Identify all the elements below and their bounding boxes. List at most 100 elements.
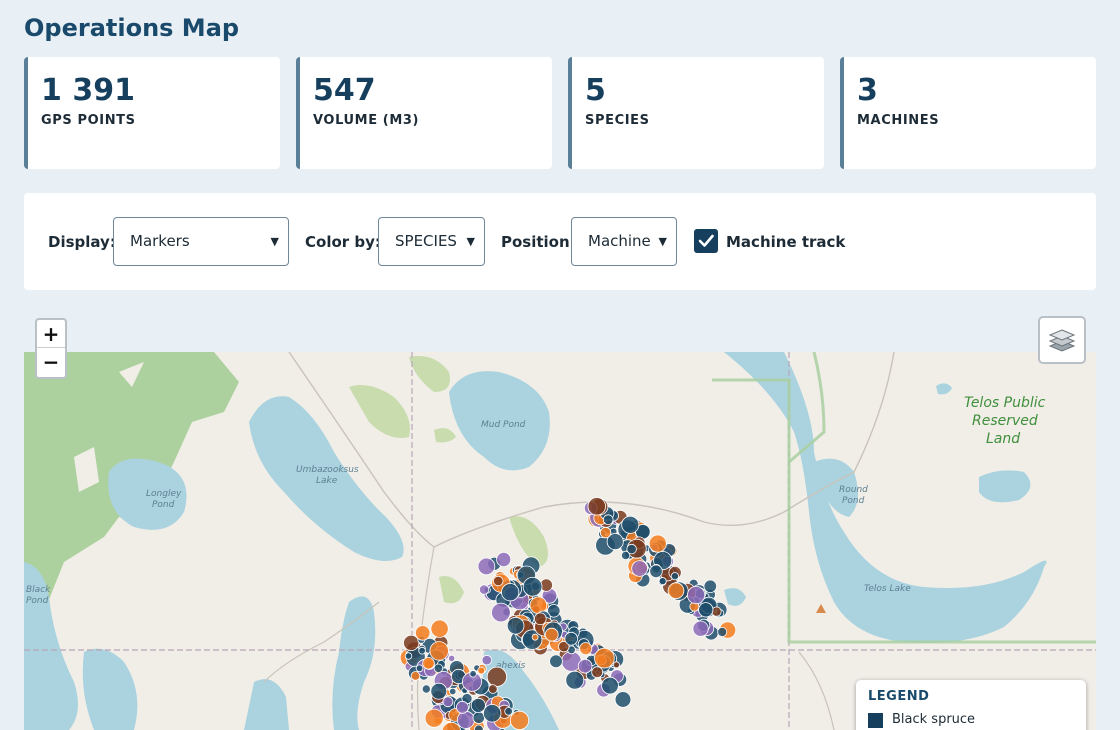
gps-marker[interactable]: [658, 577, 667, 586]
gps-marker[interactable]: [591, 666, 604, 679]
map-label: Round: [839, 485, 868, 495]
gps-marker[interactable]: [670, 572, 680, 581]
machine-track-label[interactable]: Machine track: [726, 233, 845, 251]
gps-marker[interactable]: [620, 550, 631, 560]
display-select-value: Markers: [130, 232, 190, 250]
gps-marker[interactable]: [649, 564, 663, 579]
gps-marker[interactable]: [692, 620, 709, 637]
zoom-control: + −: [35, 318, 67, 379]
chevron-down-icon: ▼: [270, 235, 279, 248]
gps-marker[interactable]: [449, 687, 457, 696]
gps-marker[interactable]: [483, 704, 502, 723]
gps-marker[interactable]: [442, 696, 454, 708]
stat-value: 547: [313, 73, 376, 108]
gps-marker[interactable]: [415, 664, 424, 673]
gps-marker[interactable]: [429, 641, 449, 661]
gps-marker[interactable]: [456, 710, 475, 729]
position-select[interactable]: Machine ▼: [571, 217, 677, 266]
gps-marker[interactable]: [614, 691, 632, 708]
stat-label: MACHINES: [857, 113, 940, 128]
map-label: Reserved: [972, 413, 1038, 429]
gps-marker[interactable]: [579, 642, 593, 656]
map-label: Pond: [842, 496, 865, 506]
position-label: Position:: [501, 233, 576, 251]
gps-marker[interactable]: [421, 684, 431, 694]
gps-marker[interactable]: [509, 710, 530, 730]
gps-marker[interactable]: [686, 586, 706, 605]
gps-marker[interactable]: [478, 584, 490, 595]
gps-marker[interactable]: [488, 684, 498, 694]
gps-marker[interactable]: [564, 631, 578, 646]
gps-marker[interactable]: [549, 654, 563, 669]
gps-marker[interactable]: [621, 515, 640, 534]
zoom-in-button[interactable]: +: [37, 320, 65, 348]
gps-marker[interactable]: [424, 708, 444, 728]
legend-item-label: Black spruce: [892, 712, 976, 727]
display-select[interactable]: Markers ▼: [113, 217, 289, 266]
machine-track-checkbox[interactable]: [694, 229, 718, 253]
gps-marker[interactable]: [587, 497, 607, 516]
legend-swatch: [868, 713, 883, 728]
gps-marker[interactable]: [506, 616, 525, 635]
gps-marker[interactable]: [469, 670, 477, 678]
gps-marker[interactable]: [430, 682, 448, 700]
stat-label: VOLUME (M3): [313, 113, 420, 128]
gps-marker[interactable]: [504, 706, 513, 716]
gps-marker[interactable]: [601, 676, 619, 695]
stat-card-species: 5 SPECIES: [568, 57, 824, 169]
gps-marker[interactable]: [531, 633, 539, 641]
gps-marker[interactable]: [703, 579, 718, 594]
gps-marker[interactable]: [648, 534, 667, 553]
gps-marker[interactable]: [533, 612, 547, 626]
chevron-down-icon: ▼: [658, 235, 667, 248]
gps-marker[interactable]: [474, 724, 484, 730]
gps-marker[interactable]: [493, 575, 504, 587]
gps-marker[interactable]: [415, 625, 431, 641]
gps-marker[interactable]: [481, 654, 493, 666]
gps-marker[interactable]: [422, 657, 435, 670]
stat-card-gps-points: 1 391 GPS POINTS: [24, 57, 280, 169]
map-label: Telos Lake: [864, 584, 911, 594]
gps-marker[interactable]: [501, 583, 520, 602]
gps-marker[interactable]: [418, 646, 426, 655]
gps-marker[interactable]: [455, 700, 469, 714]
color-by-select-value: SPECIES: [395, 232, 457, 250]
gps-marker[interactable]: [491, 602, 511, 623]
map-label: Umbazooksus: [296, 465, 359, 475]
gps-marker[interactable]: [496, 551, 512, 567]
gps-marker[interactable]: [577, 658, 593, 674]
map-label: Longley: [146, 489, 182, 499]
gps-marker[interactable]: [447, 654, 456, 662]
display-label: Display:: [48, 233, 116, 251]
gps-marker[interactable]: [717, 626, 728, 637]
gps-marker[interactable]: [470, 697, 486, 713]
gps-marker[interactable]: [594, 647, 615, 669]
gps-marker[interactable]: [522, 577, 543, 597]
gps-marker[interactable]: [477, 666, 486, 675]
gps-marker[interactable]: [565, 670, 585, 690]
gps-marker[interactable]: [698, 602, 714, 618]
layers-button[interactable]: [1038, 316, 1086, 364]
map-tiles[interactable]: Mud Pond Umbazooksus Lake Longley Pond B…: [24, 352, 1096, 730]
gps-marker[interactable]: [404, 652, 413, 660]
gps-marker[interactable]: [477, 557, 496, 576]
gps-marker[interactable]: [433, 663, 444, 674]
gps-marker[interactable]: [544, 627, 559, 642]
page-title: Operations Map: [24, 14, 240, 42]
stat-card-volume: 547 VOLUME (M3): [296, 57, 552, 169]
color-by-select[interactable]: SPECIES ▼: [378, 217, 485, 266]
gps-marker[interactable]: [472, 711, 486, 724]
map-label: Lake: [316, 476, 338, 486]
gps-marker[interactable]: [667, 582, 685, 600]
gps-marker[interactable]: [612, 661, 620, 669]
gps-marker[interactable]: [602, 514, 614, 526]
color-by-label: Color by:: [305, 233, 381, 251]
gps-marker[interactable]: [486, 666, 507, 687]
gps-marker[interactable]: [631, 560, 648, 577]
gps-marker[interactable]: [430, 619, 449, 638]
map-container[interactable]: + − Mud Pond Umbazooksus Lake Longley Po…: [24, 314, 1096, 730]
zoom-out-button[interactable]: −: [37, 348, 65, 376]
gps-marker[interactable]: [599, 526, 612, 539]
map-label: Pond: [26, 596, 49, 606]
map-label: Land: [986, 431, 1020, 447]
